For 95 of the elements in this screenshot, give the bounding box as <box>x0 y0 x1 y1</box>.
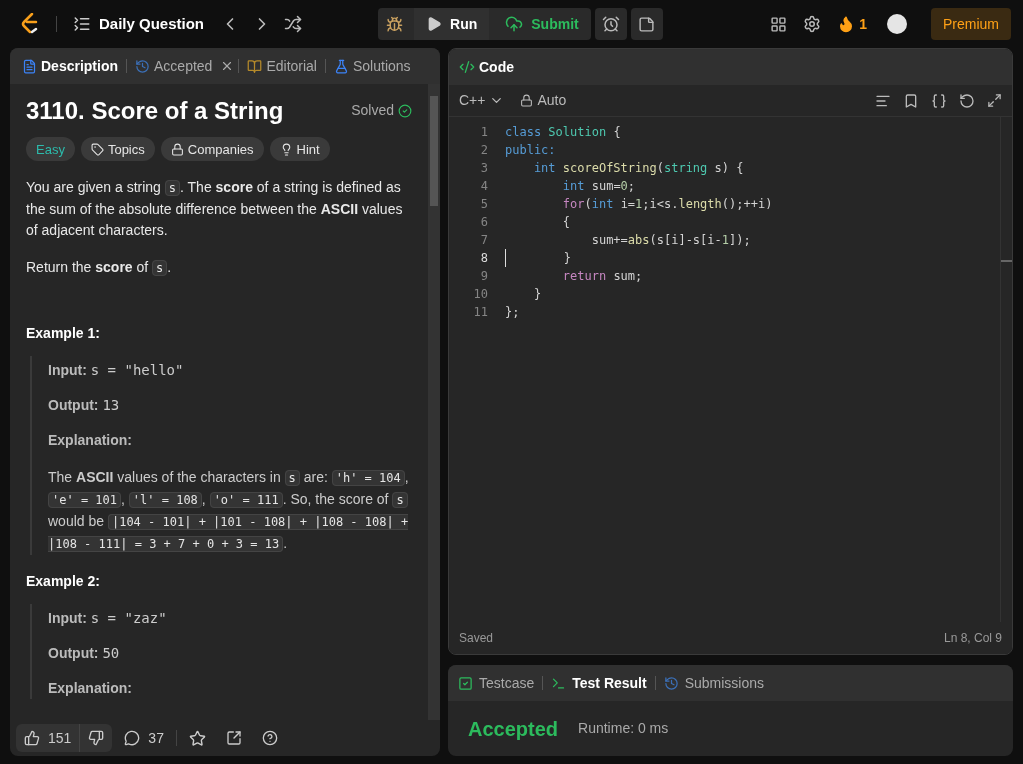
panel-tab[interactable]: Accepted <box>131 55 217 77</box>
terminal-icon <box>551 675 567 691</box>
shuffle-icon[interactable] <box>284 15 303 33</box>
tag-icon <box>90 142 104 156</box>
timer-button[interactable] <box>594 8 627 40</box>
line-number: 5 <box>479 196 488 213</box>
panel-tab[interactable]: Submissions <box>663 672 765 694</box>
panel-title: Code <box>479 57 514 77</box>
line-number: 6 <box>479 214 488 231</box>
code-line: class Solution { <box>505 124 621 141</box>
play-icon <box>426 16 443 32</box>
example-heading: Example 1: <box>26 324 101 343</box>
runtime-text: Runtime: 0 ms <box>578 719 669 738</box>
daily-question-link[interactable]: Daily Question <box>99 12 205 36</box>
output-text: Output: 13 <box>48 396 121 415</box>
bookmark-icon[interactable] <box>903 92 919 109</box>
logo-icon[interactable] <box>20 13 40 35</box>
checkbox-icon <box>458 675 473 691</box>
line-number: 7 <box>479 232 488 249</box>
panel-tab[interactable]: Solutions <box>330 55 415 77</box>
panel-tab[interactable]: Description <box>18 55 122 77</box>
input-text: Input: s = "hello" <box>48 361 185 380</box>
verdict-text: Accepted <box>468 716 559 742</box>
streak-counter[interactable]: 1 <box>837 13 867 35</box>
code-line: } <box>505 249 572 267</box>
line-number: 8 <box>479 250 488 267</box>
panel-tab[interactable]: Editorial <box>243 55 321 77</box>
explanation-label: Explanation: <box>48 679 133 698</box>
code-line: for(int i=1;i<s.length();++i) <box>561 196 773 213</box>
filter-chip[interactable]: Companies <box>160 137 264 161</box>
submit-button[interactable]: Submit <box>493 8 591 40</box>
line-number: 1 <box>479 124 488 141</box>
book-icon <box>247 58 263 74</box>
save-status: Saved <box>459 630 494 647</box>
example-heading: Example 2: <box>26 572 101 591</box>
history-icon <box>663 675 679 691</box>
flask-icon <box>334 58 349 74</box>
problem-list-icon[interactable] <box>73 15 91 33</box>
line-number: 10 <box>472 286 488 303</box>
settings-icon[interactable] <box>803 15 822 33</box>
thumbs-down-icon <box>88 730 105 746</box>
code-icon <box>459 59 475 75</box>
filter-chip[interactable]: Topics <box>80 137 155 161</box>
alarm-clock-icon <box>601 15 620 33</box>
lock-icon <box>170 142 184 156</box>
panel-tab[interactable]: Testcase <box>458 672 535 694</box>
line-number: 2 <box>479 142 488 159</box>
reset-icon[interactable] <box>959 92 975 109</box>
output-text: Output: 50 <box>48 644 121 663</box>
cursor-position: Ln 8, Col 9 <box>943 630 1002 647</box>
code-line: public: <box>505 142 556 159</box>
check-circle-icon <box>398 103 412 118</box>
auto-mode-label[interactable]: Auto <box>537 90 567 111</box>
description-paragraph: Return the score of s . <box>26 258 173 278</box>
thumbs-up-icon <box>24 730 40 746</box>
help-icon[interactable] <box>261 730 278 746</box>
code-line: int sum=0; <box>561 178 636 195</box>
code-line: return sum; <box>561 268 643 285</box>
document-icon <box>22 58 37 74</box>
code-line: int scoreOfString(string s) { <box>532 160 744 177</box>
layout-icon[interactable] <box>770 15 788 33</box>
braces-icon[interactable] <box>931 92 947 109</box>
line-number: 11 <box>472 304 488 321</box>
explanation-label: Explanation: <box>48 431 133 450</box>
description-paragraph: You are given a string s . The score of a string is defined as the sum of the absolute difference between the ASCII values of adjacent characters. <box>26 178 404 240</box>
comments-button[interactable]: 37 <box>124 727 164 749</box>
difficulty-tag: Easy <box>26 137 75 161</box>
share-icon[interactable] <box>225 730 242 746</box>
filter-chip[interactable]: Hint <box>269 137 330 161</box>
input-text: Input: s = "zaz" <box>48 609 168 628</box>
explanation-text: The ASCII values of the characters in s are: 'h' = 104 , 'e' = 101 , 'l' = 108 , 'o' = 111 . So, the score of s would be |104 - 101| + |101 - 108| + |108 - 108| + |108 - 111| = 3 + 7 + 0 + 3 = 13 . <box>48 468 410 554</box>
premium-button[interactable]: Premium <box>931 8 1011 40</box>
code-line: { <box>561 214 571 231</box>
language-dropdown[interactable]: C++ <box>459 90 505 111</box>
maximize-icon[interactable] <box>987 93 1002 108</box>
line-number: 4 <box>479 178 488 195</box>
line-number: 9 <box>479 268 488 285</box>
comment-icon <box>124 730 141 746</box>
note-icon <box>638 15 656 33</box>
lock-icon <box>520 94 534 107</box>
code-line: sum+=abs(s[i]-s[i-1]); <box>590 232 751 249</box>
scrollbar[interactable] <box>428 84 440 720</box>
code-line: }; <box>505 304 520 321</box>
cloud-upload-icon <box>505 15 524 33</box>
run-button[interactable]: Run <box>414 8 490 40</box>
bug-icon <box>385 15 403 33</box>
scrollbar[interactable] <box>1000 117 1012 622</box>
star-icon[interactable] <box>188 729 206 747</box>
code-line: } <box>532 286 542 303</box>
history-icon <box>135 58 150 74</box>
avatar[interactable] <box>887 14 907 34</box>
line-number: 3 <box>479 160 488 177</box>
panel-tab[interactable]: Test Result <box>551 672 647 694</box>
notes-button[interactable] <box>630 8 663 40</box>
solved-status: Solved <box>351 100 412 121</box>
